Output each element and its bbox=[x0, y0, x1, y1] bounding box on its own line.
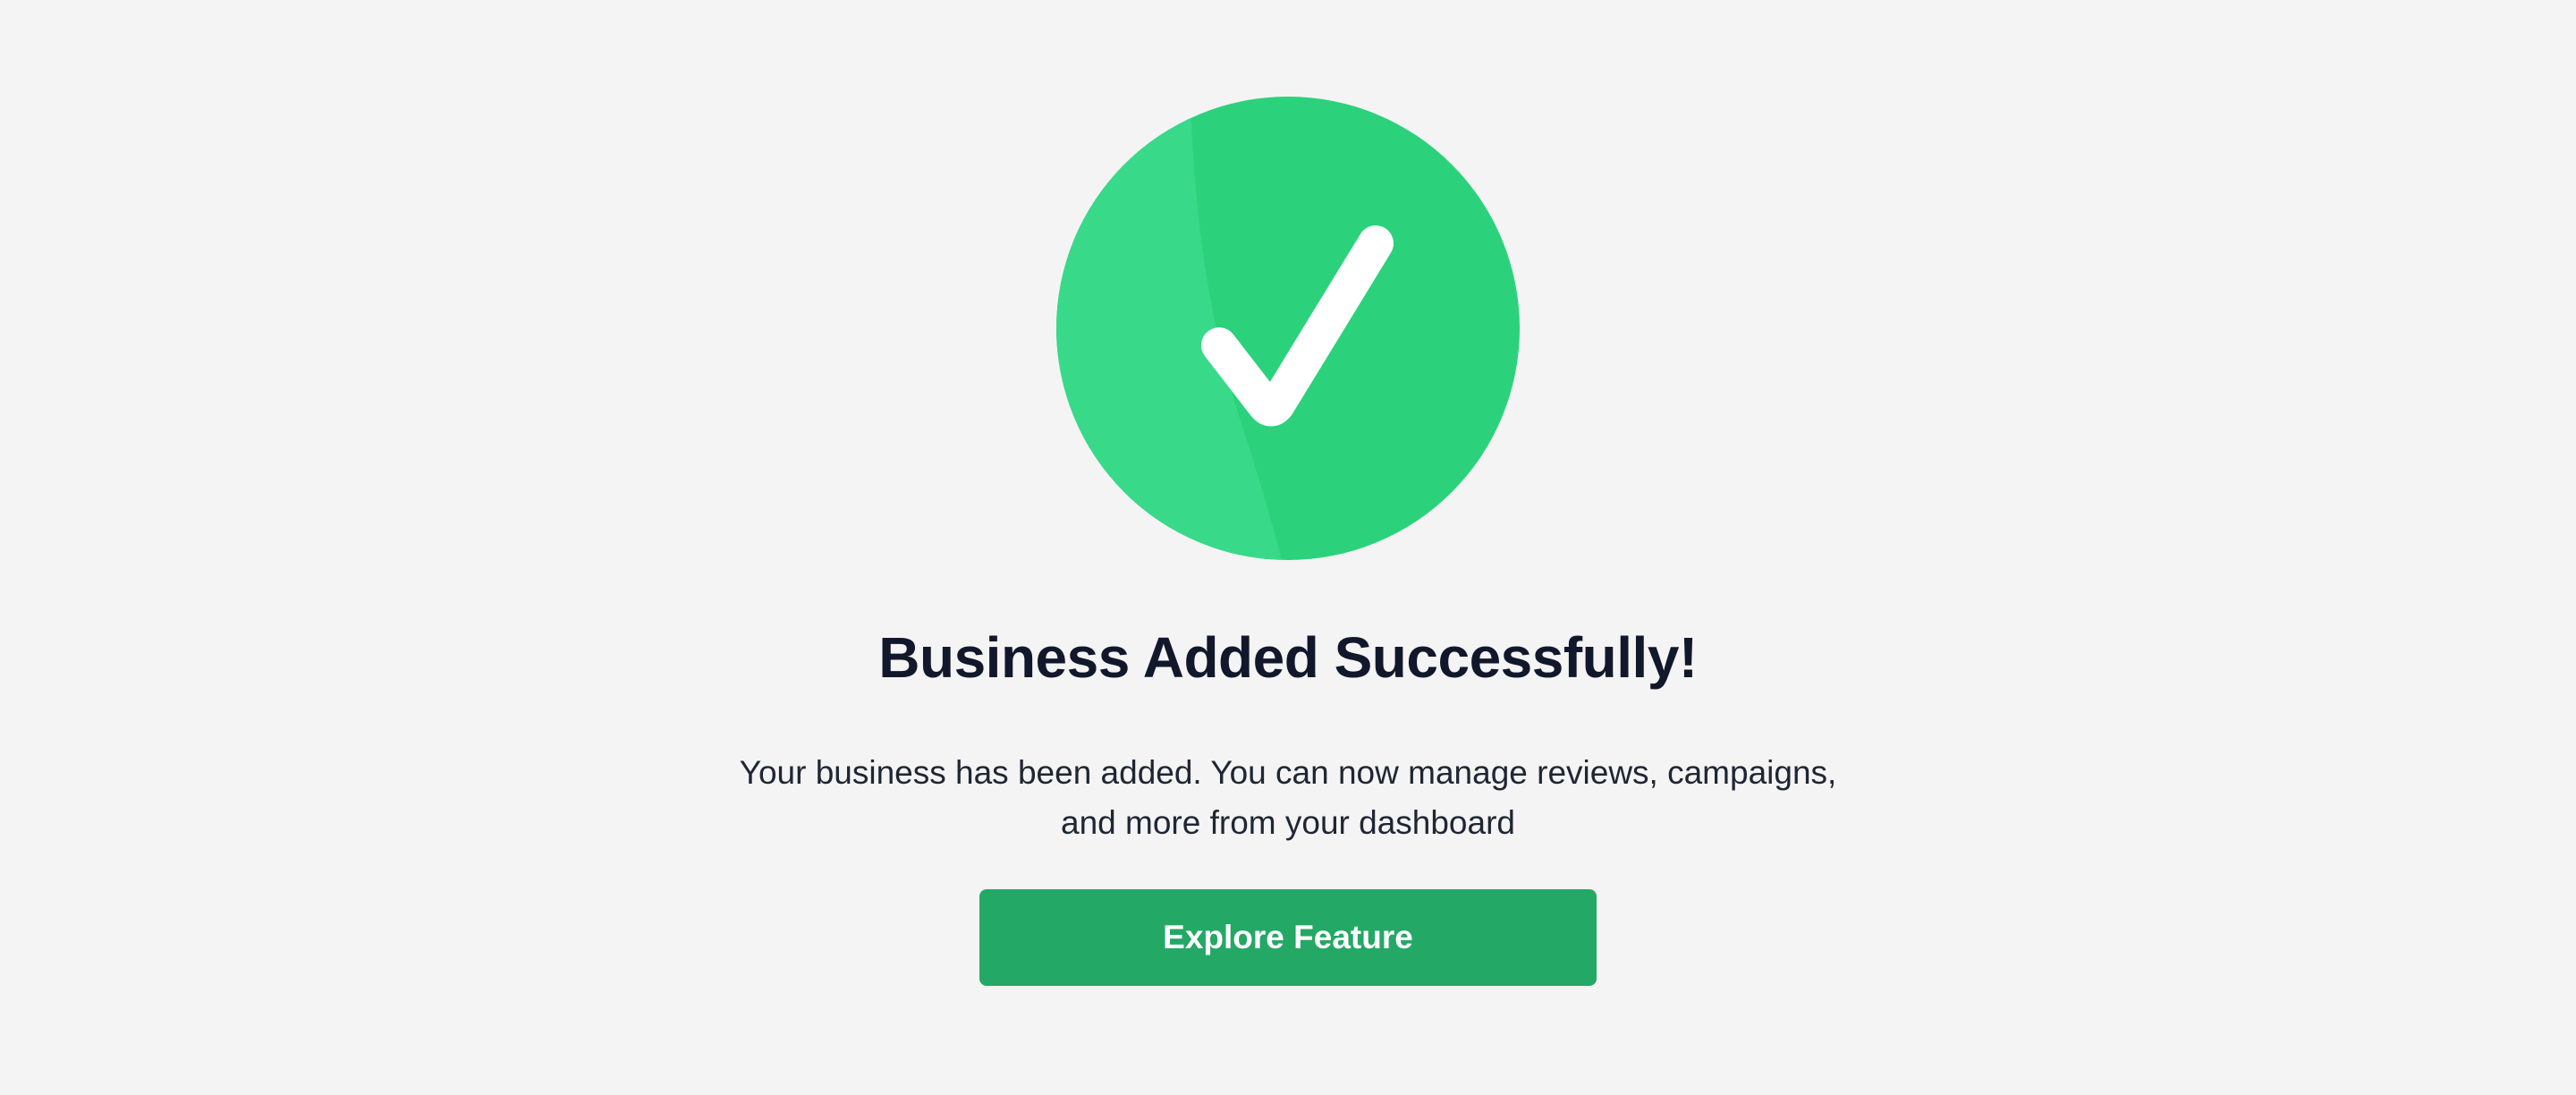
success-message-line-2: and more from your dashboard bbox=[1061, 804, 1515, 841]
explore-feature-button[interactable]: Explore Feature bbox=[979, 889, 1597, 986]
success-title: Business Added Successfully! bbox=[878, 625, 1698, 690]
success-message-line-1: Your business has been added. You can no… bbox=[739, 754, 1837, 791]
check-circle-icon bbox=[1056, 97, 1520, 560]
success-message: Your business has been added. You can no… bbox=[662, 748, 1914, 848]
success-panel: Business Added Successfully! Your busine… bbox=[0, 0, 2576, 1095]
